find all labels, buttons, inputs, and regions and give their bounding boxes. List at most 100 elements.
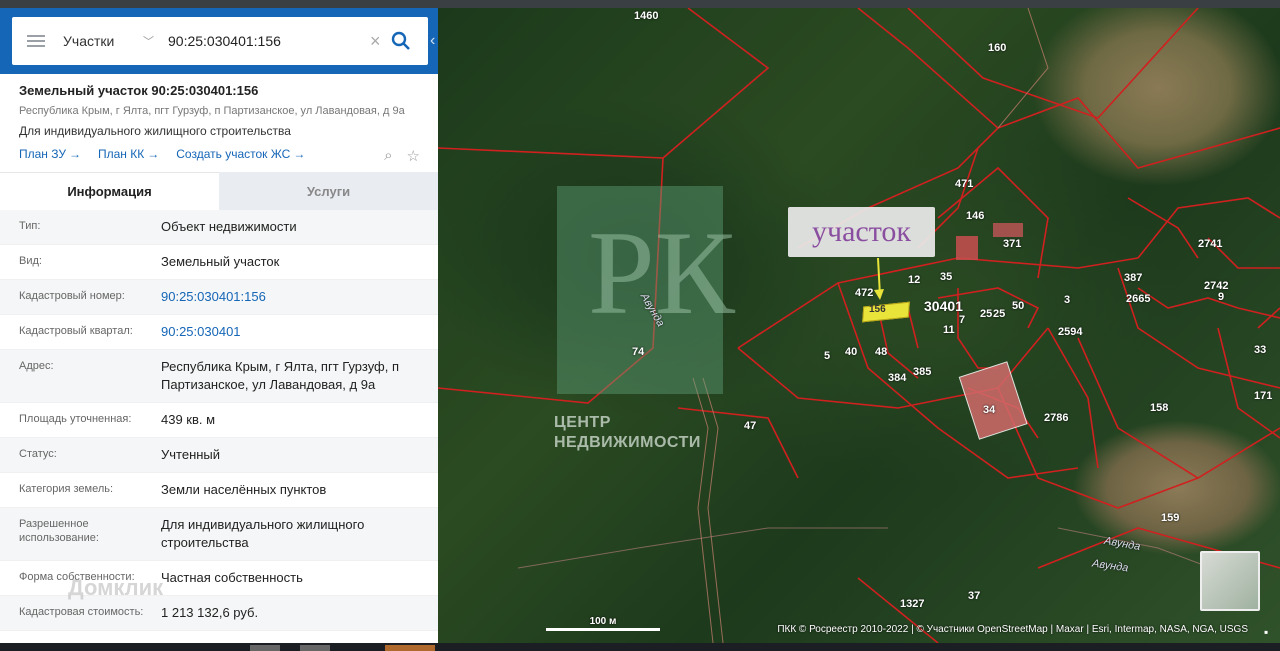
row-value: Учтенный bbox=[161, 447, 221, 462]
clear-icon[interactable]: × bbox=[370, 31, 381, 52]
info-row: Кадастровая стоимость: 1 213 132,6 руб. bbox=[0, 596, 438, 631]
parcel-number[interactable]: 2742 bbox=[1204, 280, 1228, 292]
parcel-number[interactable]: 387 bbox=[1124, 272, 1142, 284]
parcel-number[interactable]: 37 bbox=[968, 590, 980, 602]
row-key: Кадастровый номер: bbox=[19, 290, 125, 302]
row-value: 1 213 132,6 руб. bbox=[161, 605, 259, 620]
taskbar-item[interactable] bbox=[250, 645, 280, 651]
parcel-number[interactable]: 74 bbox=[632, 346, 644, 358]
parcel-number[interactable]: 33 bbox=[1254, 344, 1266, 356]
tab-services[interactable]: Услуги bbox=[219, 172, 438, 210]
plan-zu-link[interactable]: План ЗУ → bbox=[19, 147, 81, 161]
chevron-down-icon[interactable]: ﹀ bbox=[143, 33, 154, 49]
parcel-number[interactable]: 1460 bbox=[634, 10, 658, 22]
parcel-number[interactable]: 25 bbox=[993, 308, 1005, 320]
expand-icon[interactable]: ▪ bbox=[1264, 625, 1278, 639]
parcel-number[interactable]: 1327 bbox=[900, 598, 924, 610]
scale-label: 100 м bbox=[589, 616, 617, 627]
create-parcel-link[interactable]: Создать участок ЖС → bbox=[176, 147, 305, 161]
parcel-number[interactable]: 40 bbox=[845, 346, 857, 358]
plan-kk-link[interactable]: План КК → bbox=[98, 147, 159, 161]
search-type-select[interactable]: Участки bbox=[63, 33, 133, 49]
row-value: Частная собственность bbox=[161, 570, 303, 585]
row-key: Разрешенное использование: bbox=[19, 518, 99, 544]
menu-icon[interactable] bbox=[27, 35, 45, 47]
parcel-number[interactable]: 3 bbox=[1064, 294, 1070, 306]
parcel-number[interactable]: 50 bbox=[1012, 300, 1024, 312]
parcel-number[interactable]: 2741 bbox=[1198, 238, 1222, 250]
tabs: Информация Услуги bbox=[0, 172, 438, 210]
collapse-panel-icon[interactable]: ‹ bbox=[430, 32, 438, 52]
parcel-number[interactable]: 48 bbox=[875, 346, 887, 358]
parcel-number[interactable]: 34 bbox=[983, 404, 995, 416]
row-value: Объект недвижимости bbox=[161, 219, 297, 234]
top-strip bbox=[0, 0, 1280, 8]
parcel-number[interactable]: 7 bbox=[959, 314, 965, 326]
row-key: дата определения: bbox=[19, 631, 161, 643]
row-key: Кадастровый квартал: bbox=[19, 325, 133, 337]
info-row: Категория земель: Земли населённых пункто… bbox=[0, 473, 438, 508]
search-input[interactable] bbox=[168, 33, 368, 49]
object-address: Республика Крым, г Ялта, пгт Гурзуф, п П… bbox=[19, 105, 405, 117]
parcel-number[interactable]: 385 bbox=[913, 366, 931, 378]
parcel-number[interactable]: 160 bbox=[988, 42, 1006, 54]
info-row: дата определения:07.05.2018 bbox=[0, 631, 438, 643]
parcel-number[interactable]: 171 bbox=[1254, 390, 1272, 402]
taskbar bbox=[0, 643, 1280, 651]
search-box: Участки ﹀ × bbox=[12, 17, 428, 65]
info-row: Тип: Объект недвижимости bbox=[0, 210, 438, 245]
parcel-number[interactable]: 2665 bbox=[1126, 293, 1150, 305]
taskbar-item[interactable] bbox=[300, 645, 330, 651]
search-header: Участки ﹀ × ‹ bbox=[0, 8, 438, 74]
parcel-overlay-label: участок bbox=[788, 207, 935, 257]
row-value: Земельный участок bbox=[161, 254, 280, 269]
search-doc-icon[interactable]: ⌕ bbox=[384, 147, 392, 165]
info-row: Статус: Учтенный bbox=[0, 438, 438, 473]
cadastral-block-link[interactable]: 90:25:030401 bbox=[161, 315, 431, 349]
parcel-number[interactable]: 5 bbox=[824, 350, 830, 362]
cadastral-number-link[interactable]: 90:25:030401:156 bbox=[161, 280, 431, 314]
parcel-number[interactable]: 471 bbox=[955, 178, 973, 190]
row-value: Для индивидуального жилищного строительс… bbox=[161, 517, 365, 550]
watermark-line-1: ЦЕНТР bbox=[554, 414, 611, 431]
row-key: Адрес: bbox=[19, 360, 54, 372]
parcel-number[interactable]: 35 bbox=[940, 271, 952, 283]
parcel-number[interactable]: 146 bbox=[966, 210, 984, 222]
parcel-number[interactable]: 12 bbox=[908, 274, 920, 286]
info-row: Площадь уточненная: 439 кв. м bbox=[0, 403, 438, 438]
parcel-number[interactable]: 2594 bbox=[1058, 326, 1082, 338]
row-key: Кадастровая стоимость: bbox=[19, 606, 144, 618]
star-icon[interactable]: ☆ bbox=[407, 147, 420, 165]
parcel-number[interactable]: 11 bbox=[943, 324, 955, 336]
parcel-number[interactable]: 47 bbox=[744, 420, 756, 432]
row-value: 439 кв. м bbox=[161, 412, 216, 427]
parcel-number[interactable]: 159 bbox=[1161, 512, 1179, 524]
parcel-number[interactable]: 25 bbox=[980, 308, 992, 320]
info-row: Вид: Земельный участок bbox=[0, 245, 438, 280]
parcel-number[interactable]: 472 bbox=[855, 287, 873, 299]
watermark-text: ЦЕНТР НЕДВИЖИМОСТИ bbox=[554, 413, 701, 453]
row-value: Земли населённых пунктов bbox=[161, 482, 327, 497]
row-value: Республика Крым, г Ялта, пгт Гурзуф, п П… bbox=[161, 359, 400, 392]
row-key: Статус: bbox=[19, 448, 57, 460]
map-attribution: ПКК © Росреестр 2010-2022 | © Участники … bbox=[777, 624, 1248, 635]
search-icon[interactable] bbox=[391, 31, 411, 51]
info-panel: Участки ﹀ × ‹ Земельный участок 90:25:03… bbox=[0, 8, 438, 643]
basemap-switcher[interactable] bbox=[1200, 551, 1260, 611]
parcel-number[interactable]: 158 bbox=[1150, 402, 1168, 414]
parcel-number[interactable]: 2786 bbox=[1044, 412, 1068, 424]
info-row: Форма собственности: Частная собственност… bbox=[0, 561, 438, 596]
parcel-number[interactable]: 9 bbox=[1218, 291, 1224, 303]
object-title: Земельный участок 90:25:030401:156 bbox=[19, 83, 259, 98]
scale-bar: 100 м bbox=[546, 616, 660, 631]
taskbar-item[interactable] bbox=[385, 645, 435, 651]
panel-watermark: Домклик bbox=[68, 575, 164, 600]
map-view[interactable]: РК ЦЕНТР НЕДВИЖИМОСТИ участок 156 30401 … bbox=[438, 8, 1280, 643]
row-value: 07.05.2018 bbox=[161, 631, 431, 643]
parcel-number[interactable]: 371 bbox=[1003, 238, 1021, 250]
info-row: Разрешенное использование: Для индивидуал… bbox=[0, 508, 438, 561]
parcel-number[interactable]: 384 bbox=[888, 372, 906, 384]
tab-info[interactable]: Информация bbox=[0, 172, 219, 210]
selected-parcel-number: 156 bbox=[869, 304, 886, 315]
info-row: Адрес: Республика Крым, г Ялта, пгт Гурзу… bbox=[0, 350, 438, 403]
